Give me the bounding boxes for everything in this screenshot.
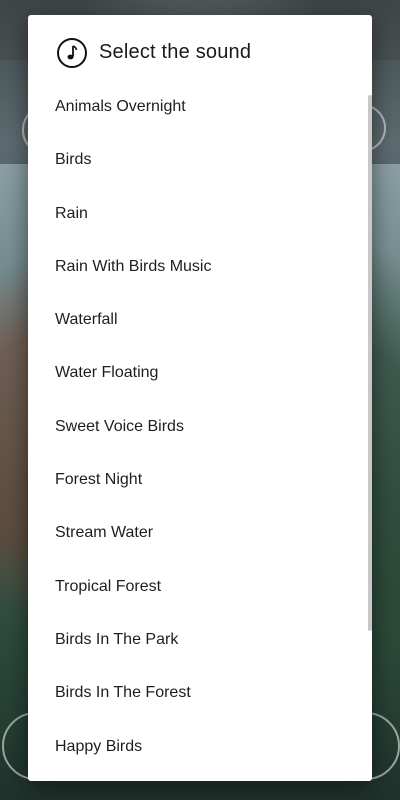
screen: Select the sound Animals Overnight Birds R… [0,0,400,800]
scrollbar[interactable] [368,95,372,631]
sound-select-dialog: Select the sound Animals Overnight Birds R… [28,15,372,781]
sound-option[interactable]: Birds In The Forest [28,677,372,730]
sound-option[interactable]: Birds In The Park [28,624,372,677]
sound-option[interactable]: Happy Birds [28,731,372,781]
music-note-icon-glyph [67,45,78,60]
sound-option[interactable]: Rain [28,198,372,251]
sound-option[interactable]: Water Floating [28,357,372,410]
sound-option[interactable]: Animals Overnight [28,91,372,144]
sound-option[interactable]: Stream Water [28,517,372,570]
sound-option[interactable]: Birds [28,144,372,197]
sound-option[interactable]: Forest Night [28,464,372,517]
sound-list: Animals Overnight Birds Rain Rain With Bird… [28,91,372,781]
dialog-title: Select the sound [99,41,252,63]
sound-option[interactable]: Sweet Voice Birds [28,411,372,464]
sound-option[interactable]: Waterfall [28,304,372,357]
sound-option[interactable]: Rain With Birds Music [28,251,372,304]
dialog-header: Select the sound [28,15,372,91]
sound-option[interactable]: Tropical Forest [28,571,372,624]
music-note-icon [57,38,87,68]
